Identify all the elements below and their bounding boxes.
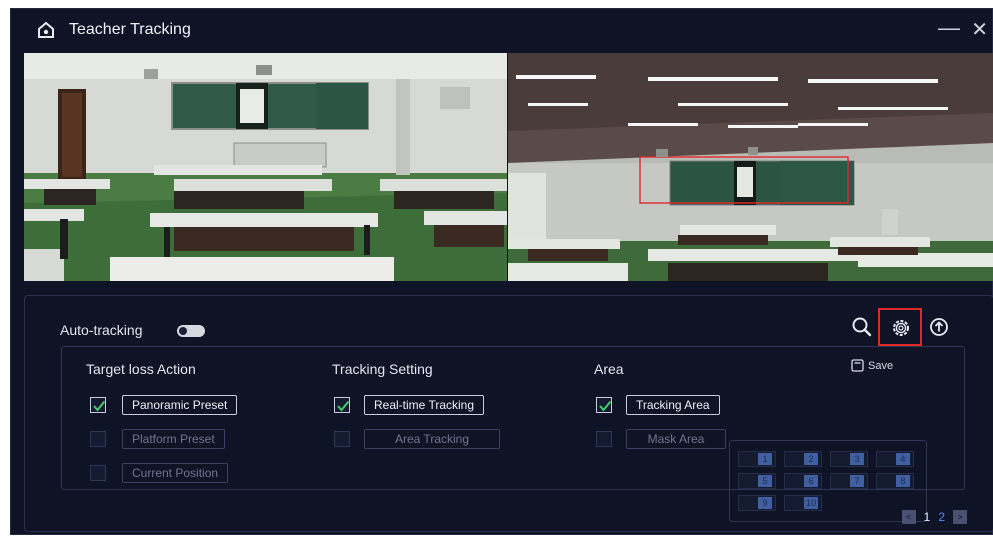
area-tracking-option[interactable]: Area Tracking xyxy=(364,429,500,449)
mask-area-checkbox[interactable] xyxy=(596,431,612,447)
tracking-video-image xyxy=(508,53,993,281)
panoramic-video-image xyxy=(24,53,507,281)
check-icon xyxy=(599,400,612,412)
platform-preset-checkbox[interactable] xyxy=(90,431,106,447)
search-icon[interactable] xyxy=(851,316,873,338)
home-icon xyxy=(38,21,54,38)
prev-page-button[interactable]: < xyxy=(901,510,916,524)
platform-preset-option[interactable]: Platform Preset xyxy=(122,429,225,449)
save-button[interactable]: Save xyxy=(851,359,893,372)
tracking-area-option[interactable]: Tracking Area xyxy=(626,395,720,415)
area-cell-number: 5 xyxy=(758,475,772,487)
gear-icon xyxy=(893,320,909,336)
area-cell-number: 2 xyxy=(804,453,818,465)
area-title: Area xyxy=(594,361,624,377)
auto-tracking-label: Auto-tracking xyxy=(60,322,143,338)
window-title: Teacher Tracking xyxy=(69,21,191,38)
area-cell[interactable]: 4 xyxy=(876,451,914,467)
page-1[interactable]: 1 xyxy=(924,510,931,524)
area-cell[interactable]: 9 xyxy=(738,495,776,511)
close-button[interactable]: ✕ xyxy=(971,17,988,42)
teacher-tracking-window: Teacher Tracking — ✕ Auto-tracking Targe… xyxy=(10,8,993,535)
save-icon xyxy=(851,359,864,372)
panoramic-preset-option[interactable]: Panoramic Preset xyxy=(122,395,238,415)
area-tracking-checkbox[interactable] xyxy=(334,431,350,447)
real-time-tracking-checkbox[interactable] xyxy=(334,397,350,413)
area-cell[interactable]: 8 xyxy=(876,473,914,489)
area-cell-number: 1 xyxy=(758,453,772,465)
area-grid: 1 2 3 4 5 6 7 8 9 10 xyxy=(729,440,927,522)
tracking-setting-title: Tracking Setting xyxy=(332,361,433,377)
real-time-tracking-option[interactable]: Real-time Tracking xyxy=(364,395,485,415)
tracking-video[interactable] xyxy=(508,53,993,281)
area-cell[interactable]: 5 xyxy=(738,473,776,489)
next-page-button[interactable]: > xyxy=(953,510,967,524)
page-2[interactable]: 2 xyxy=(938,510,945,524)
area-cell-number: 7 xyxy=(850,475,864,487)
pagination: < 1 2 > xyxy=(901,510,967,524)
area-cell-number: 3 xyxy=(850,453,864,465)
settings-button[interactable] xyxy=(878,308,922,346)
area-cell-number: 6 xyxy=(804,475,818,487)
area-cell[interactable]: 10 xyxy=(784,495,822,511)
current-position-checkbox[interactable] xyxy=(90,465,106,481)
area-cell[interactable]: 1 xyxy=(738,451,776,467)
minimize-button[interactable]: — xyxy=(938,15,960,41)
check-icon xyxy=(337,400,350,412)
title-bar: Teacher Tracking — ✕ xyxy=(11,9,992,51)
upload-icon[interactable] xyxy=(928,316,950,338)
target-loss-title: Target loss Action xyxy=(86,361,196,377)
tracking-area-checkbox[interactable] xyxy=(596,397,612,413)
tracking-control-panel: Auto-tracking Target loss Action Panoram… xyxy=(24,295,993,532)
settings-box: Target loss Action Panoramic Preset Plat… xyxy=(61,346,965,522)
area-cell[interactable]: 7 xyxy=(830,473,868,489)
area-cell[interactable]: 3 xyxy=(830,451,868,467)
area-cell[interactable]: 2 xyxy=(784,451,822,467)
save-label: Save xyxy=(868,359,894,372)
area-cell-number: 9 xyxy=(758,497,772,509)
area-cell[interactable]: 6 xyxy=(784,473,822,489)
check-icon xyxy=(93,400,106,412)
area-cell-number: 8 xyxy=(896,475,910,487)
mask-area-option[interactable]: Mask Area xyxy=(626,429,726,449)
panoramic-preset-checkbox[interactable] xyxy=(90,397,106,413)
current-position-option[interactable]: Current Position xyxy=(122,463,229,483)
auto-tracking-toggle[interactable] xyxy=(177,325,205,337)
area-cell-number: 4 xyxy=(896,453,910,465)
area-cell-number: 10 xyxy=(804,497,818,509)
toggle-knob xyxy=(179,327,187,335)
panoramic-video[interactable] xyxy=(24,53,507,281)
